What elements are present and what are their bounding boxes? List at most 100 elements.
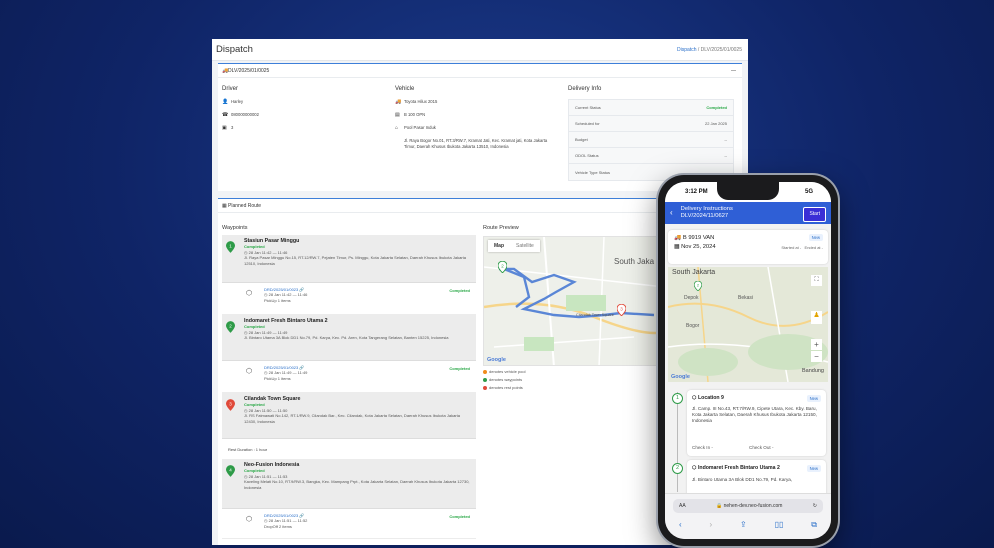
browser-nav: ‹ › ⇪ ▯▯ ⧉: [665, 520, 831, 530]
waypoint-item[interactable]: 2 Indomaret Fresh Bintaro Utama 2 Complet…: [222, 315, 476, 361]
package-icon: ⬡: [246, 290, 253, 297]
back-nav-icon[interactable]: ‹: [679, 520, 682, 530]
check-out: Check Out -: [749, 445, 774, 450]
app-header: ‹ Delivery Instructions DLV/2024/11/0627 …: [665, 202, 831, 224]
clock-icon: ◷: [244, 407, 248, 413]
phone-screen: 3:12 PM 5G ‹ Delivery Instructions DLV/202…: [665, 182, 831, 539]
info-label: Current Status: [575, 105, 601, 110]
satellite-tab[interactable]: Satellite: [510, 240, 540, 252]
info-label: Scheduled for: [575, 121, 600, 126]
plate-icon: ▤: [395, 112, 400, 118]
reload-icon[interactable]: ↻: [813, 503, 817, 509]
map-city-label: Bekasi: [738, 295, 754, 301]
order-note: PickUp 1 items: [264, 375, 291, 381]
map-city-label: Bandung: [801, 368, 824, 374]
waypoint-address: Jl. RS Fatmawati No.142, RT.1/RW.9, Cila…: [244, 413, 460, 424]
map-rest-marker-icon[interactable]: 3: [617, 304, 626, 316]
waypoint-item[interactable]: 1 Stasiun Pasar Minggu Completed ◷ 28 Jan …: [222, 235, 476, 283]
pool-dot-icon: [483, 369, 487, 374]
driver-name: Harley: [231, 99, 244, 104]
info-row: Scheduled for 22 Jan 2025: [569, 116, 733, 132]
info-row: ODOL Status --: [569, 148, 733, 164]
order-time: 28 Jan 11:42 — 11:46: [268, 292, 308, 298]
map-type-toggle: Map Satellite: [488, 240, 540, 252]
back-icon[interactable]: ‹: [670, 208, 673, 217]
map-city-label: South Jakarta: [672, 269, 716, 276]
stop-number: 1: [672, 393, 683, 404]
tabs-icon[interactable]: ⧉: [811, 520, 817, 530]
delivery-id: DLV/2025/01/0025: [228, 67, 270, 74]
stop-card[interactable]: New ⬡ Location 9 Jl. Camp. III No.43, RT…: [687, 390, 826, 456]
driver-phone: 080000000002: [231, 112, 259, 117]
driver-title: Driver: [222, 86, 238, 92]
vehicle-summary-card: New 🚚 B 9919 VAN ▦ Nov 25, 2024 Started …: [668, 230, 828, 264]
route-map[interactable]: Map Satellite 2 3 South Jaka Cilandak Tow…: [483, 236, 663, 366]
delivery-info-column: Delivery Info Current Status Completed Sc…: [568, 86, 738, 181]
info-value: 22 Jan 2025: [704, 121, 727, 126]
order-note: PickUp 1 items: [264, 297, 291, 303]
waypoint-pin-icon: 4: [226, 465, 235, 477]
vehicle-model: Toyota Hilux 2015: [404, 99, 438, 104]
map-tab[interactable]: Map: [488, 240, 510, 252]
delivery-date: Nov 25, 2024: [681, 244, 716, 250]
clock-icon: ◷: [244, 249, 248, 255]
vehicle-plate: B 100 OPN: [404, 112, 426, 117]
legend-item: denotes waypoints: [483, 377, 522, 382]
reader-mode-button[interactable]: AA: [679, 503, 686, 509]
forward-nav-icon[interactable]: ›: [709, 520, 712, 530]
fullscreen-icon[interactable]: ⛶: [811, 275, 822, 286]
order-link[interactable]: DRD/2025/01/0023: [264, 365, 298, 370]
stop-number: 2: [672, 463, 683, 474]
status-time: 3:12 PM: [685, 189, 708, 195]
breadcrumb-link[interactable]: Dispatch: [677, 47, 696, 53]
info-value: --: [724, 153, 727, 158]
rest-dot-icon: [483, 385, 487, 390]
start-button[interactable]: Start: [803, 207, 826, 222]
order-status: Completed: [449, 366, 470, 371]
collapse-button[interactable]: —: [731, 68, 736, 74]
vehicle-pool: Pool Pasar Induk: [404, 125, 436, 130]
share-icon[interactable]: ⇪: [740, 520, 747, 530]
person-icon: 👤: [222, 99, 229, 105]
order-item: ⬡ DRD/2025/01/0023 🔗 ◷ 28 Jan 11:51 — 11:…: [222, 509, 476, 539]
map-city-label: South Jaka: [614, 257, 655, 266]
order-link[interactable]: DRD/2025/01/0023: [264, 287, 298, 292]
truck-icon: 🚚: [395, 99, 402, 105]
waypoint-item[interactable]: 3 Cilandak Town Square Completed ◷ 28 Jan …: [222, 393, 476, 439]
breadcrumb: Dispatch / DLV/2025/01/0025: [677, 47, 742, 53]
phone-map[interactable]: South Jakarta Bekasi Depok Bogor Bandung…: [668, 267, 828, 382]
bookmarks-icon[interactable]: ▯▯: [775, 520, 784, 530]
app-title: Delivery Instructions: [680, 206, 733, 213]
order-link[interactable]: DRD/2025/01/0023: [264, 513, 298, 518]
info-row: Current Status Completed: [569, 100, 733, 116]
waypoint-item[interactable]: 4 Neo-Fusion Indonesia Completed ◷ 28 Jan …: [222, 459, 476, 509]
waypoint-time: 28 Jan 11:42 — 11:46: [248, 249, 288, 255]
url-bar[interactable]: AA 🔒 nehen-dev.neo-fusion.com ↻: [673, 499, 823, 513]
phone-icon: ☎: [222, 112, 229, 118]
page-title: Dispatch: [216, 44, 253, 55]
waypoint-pin-icon: 2: [226, 321, 235, 333]
waypoint-time: 28 Jan 11:50 — 11:50: [248, 407, 288, 413]
breadcrumb-separator: /: [697, 46, 700, 53]
zoom-out-icon[interactable]: −: [811, 351, 822, 362]
package-icon: ⬡: [246, 368, 253, 375]
truck-icon: 🚚: [674, 235, 682, 241]
package-icon: ⬡: [692, 465, 697, 471]
stop-address: Jl. Camp. III No.43, RT.7/RW.9, Cipete U…: [692, 406, 817, 423]
started-at: Started at -: [781, 245, 802, 250]
stop-name: Indomaret Fresh Bintaro Utama 2: [697, 465, 780, 471]
zoom-in-icon[interactable]: +: [811, 339, 822, 350]
map-place-label: Cilandak Town Square: [576, 313, 614, 317]
delivery-info-title: Delivery Info: [568, 86, 602, 92]
package-icon: ⬡: [246, 516, 253, 523]
vehicle-plate: B 9919 VAN: [682, 235, 715, 241]
map-waypoint-marker-icon[interactable]: 2: [694, 281, 702, 291]
map-waypoint-marker-icon[interactable]: 2: [498, 261, 507, 273]
link-icon: 🔗: [299, 513, 305, 518]
info-label: Budget: [575, 137, 588, 142]
browser-bar: AA 🔒 nehen-dev.neo-fusion.com ↻ ‹ › ⇪ ▯▯ ⧉: [665, 493, 831, 539]
clock-icon: ◷: [244, 473, 248, 479]
street-view-icon[interactable]: ♟: [811, 311, 822, 324]
info-label: Vehicle Type Status: [575, 169, 611, 175]
new-badge: New: [808, 234, 823, 241]
